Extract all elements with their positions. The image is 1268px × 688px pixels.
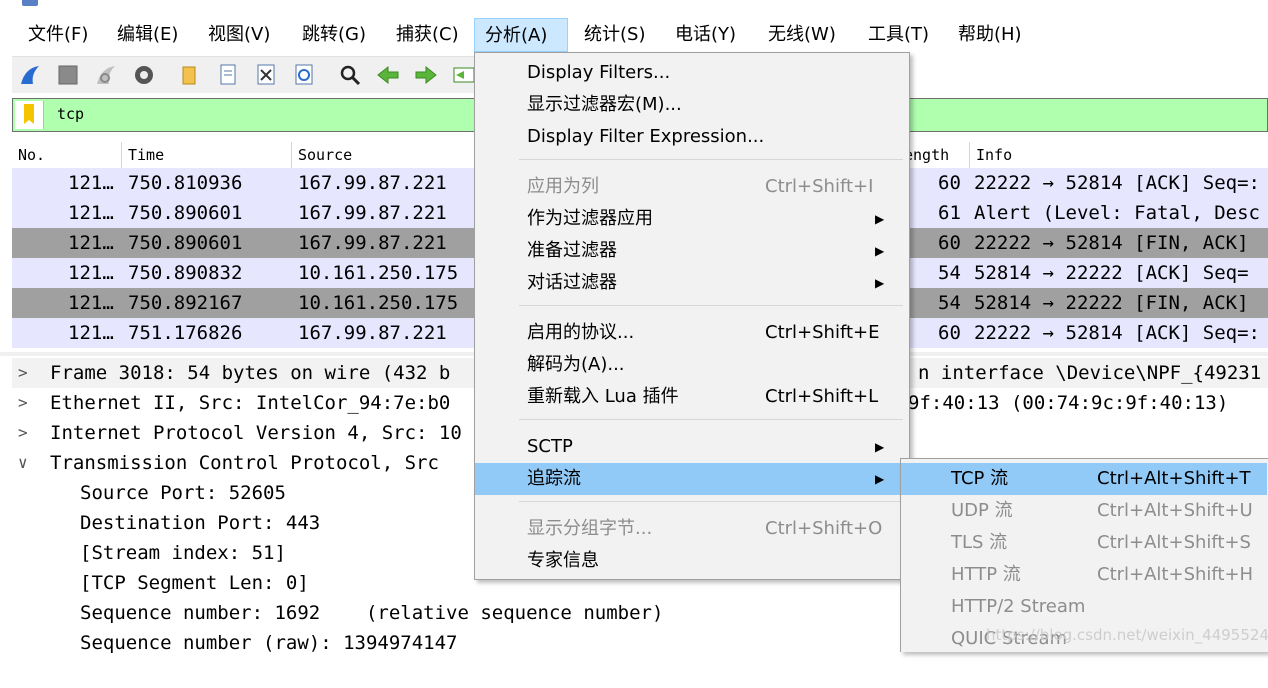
column-header-source[interactable]: Source: [292, 142, 488, 168]
menu-item-display-filters[interactable]: Display Filters...: [475, 57, 909, 89]
go-back-icon[interactable]: [376, 63, 400, 87]
menu-item-conversation-filter[interactable]: 对话过滤器 ▶: [475, 267, 909, 299]
display-filter-input[interactable]: tcp: [57, 105, 84, 123]
menu-item-show-packet-bytes[interactable]: 显示分组字节... Ctrl+Shift+O: [475, 513, 909, 545]
collapse-arrow-icon[interactable]: ∨: [18, 448, 36, 478]
wireshark-app-icon: [22, 0, 38, 6]
open-file-icon[interactable]: [178, 63, 202, 87]
menu-separator: [519, 159, 903, 160]
menu-file[interactable]: 文件(F): [18, 18, 98, 52]
submenu-item-tcp-stream[interactable]: TCP 流 Ctrl+Alt+Shift+T: [901, 463, 1267, 495]
menu-edit[interactable]: 编辑(E): [107, 18, 188, 52]
menu-item-prepare-filter[interactable]: 准备过滤器 ▶: [475, 235, 909, 267]
reload-file-icon[interactable]: [292, 63, 316, 87]
menu-telephony[interactable]: 电话(Y): [665, 18, 746, 52]
watermark: https://blog.csdn.net/weixin_44955247: [986, 626, 1268, 644]
submenu-arrow-icon: ▶: [875, 472, 885, 486]
menu-analyze[interactable]: 分析(A): [474, 18, 568, 52]
menu-view[interactable]: 视图(V): [198, 18, 280, 52]
menu-item-display-filter-macros[interactable]: 显示过滤器宏(M)...: [475, 89, 909, 121]
start-capture-icon[interactable]: [18, 63, 42, 87]
capture-options-icon[interactable]: [132, 63, 156, 87]
restart-capture-icon[interactable]: [94, 63, 118, 87]
menu-item-sctp[interactable]: SCTP ▶: [475, 431, 909, 463]
column-header-length[interactable]: ength: [904, 142, 970, 168]
menu-separator: [519, 501, 903, 502]
analyze-dropdown-menu: Display Filters... 显示过滤器宏(M)... Display …: [474, 52, 910, 580]
expand-arrow-icon[interactable]: >: [18, 418, 36, 448]
title-bar: [0, 0, 1268, 18]
submenu-item-udp-stream[interactable]: UDP 流 Ctrl+Alt+Shift+U: [901, 495, 1267, 527]
go-forward-icon[interactable]: [414, 63, 438, 87]
menu-wireless[interactable]: 无线(W): [758, 18, 846, 52]
submenu-arrow-icon: ▶: [875, 212, 885, 226]
menu-item-apply-as-filter[interactable]: 作为过滤器应用 ▶: [475, 203, 909, 235]
go-to-packet-icon[interactable]: [452, 63, 476, 87]
menu-separator: [519, 305, 903, 306]
close-file-icon[interactable]: [254, 63, 278, 87]
menu-go[interactable]: 跳转(G): [292, 18, 376, 52]
find-packet-icon[interactable]: [338, 63, 362, 87]
submenu-item-http-stream[interactable]: HTTP 流 Ctrl+Alt+Shift+H: [901, 559, 1267, 591]
menu-tools[interactable]: 工具(T): [858, 18, 939, 52]
menu-item-expert-info[interactable]: 专家信息: [475, 545, 909, 577]
menu-help[interactable]: 帮助(H): [948, 18, 1032, 52]
submenu-item-http2-stream[interactable]: HTTP/2 Stream: [901, 591, 1267, 623]
menu-item-apply-as-column[interactable]: 应用为列 Ctrl+Shift+I: [475, 171, 909, 203]
expand-arrow-icon[interactable]: >: [18, 358, 36, 388]
column-header-time[interactable]: Time: [122, 142, 292, 168]
follow-stream-submenu: TCP 流 Ctrl+Alt+Shift+T UDP 流 Ctrl+Alt+Sh…: [900, 458, 1268, 652]
column-header-info[interactable]: Info: [970, 142, 1268, 168]
submenu-arrow-icon: ▶: [875, 244, 885, 258]
menu-item-decode-as[interactable]: 解码为(A)...: [475, 349, 909, 381]
submenu-item-tls-stream[interactable]: TLS 流 Ctrl+Alt+Shift+S: [901, 527, 1267, 559]
menu-capture[interactable]: 捕获(C): [386, 18, 469, 52]
main-toolbar: [12, 56, 482, 93]
expand-arrow-icon[interactable]: >: [18, 388, 36, 418]
menu-item-follow-stream[interactable]: 追踪流 ▶: [475, 463, 909, 495]
menu-item-enabled-protocols[interactable]: 启用的协议... Ctrl+Shift+E: [475, 317, 909, 349]
menu-item-reload-lua-plugins[interactable]: 重新载入 Lua 插件 Ctrl+Shift+L: [475, 381, 909, 413]
submenu-arrow-icon: ▶: [875, 276, 885, 290]
save-file-icon[interactable]: [216, 63, 240, 87]
menu-bar: 文件(F) 编辑(E) 视图(V) 跳转(G) 捕获(C) 分析(A) 统计(S…: [0, 18, 1268, 52]
stop-capture-icon[interactable]: [56, 63, 80, 87]
menu-separator: [519, 419, 903, 420]
column-header-no[interactable]: No.: [12, 142, 122, 168]
menu-statistics[interactable]: 统计(S): [574, 18, 655, 52]
filter-bookmark-icon[interactable]: [15, 101, 44, 129]
submenu-arrow-icon: ▶: [875, 440, 885, 454]
menu-item-display-filter-expression[interactable]: Display Filter Expression...: [475, 121, 909, 153]
